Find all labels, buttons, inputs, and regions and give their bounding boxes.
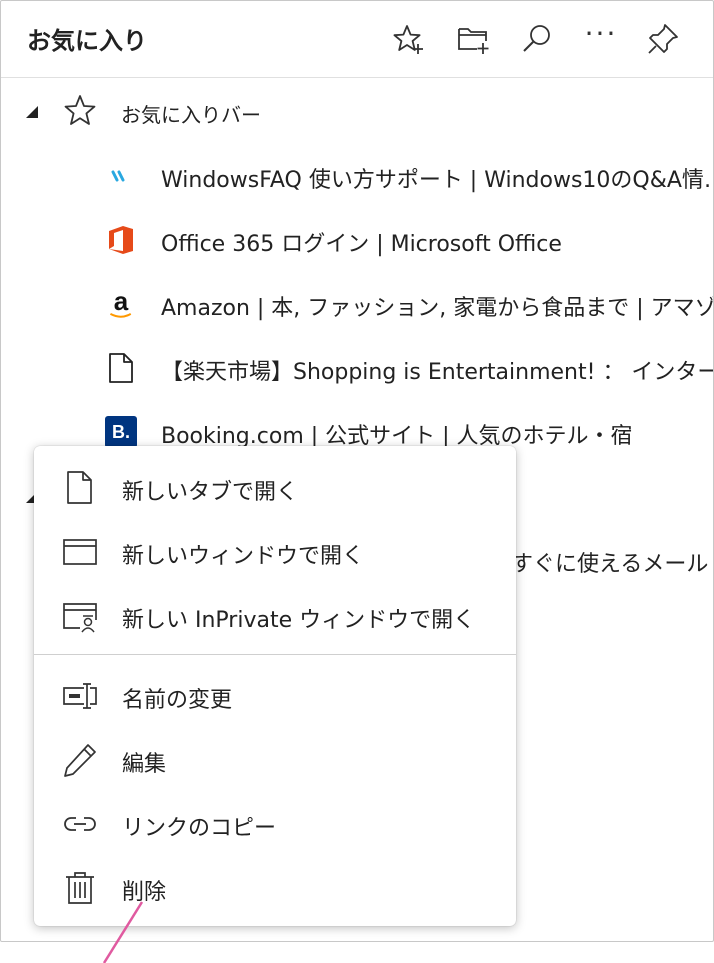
favorite-item-office365[interactable]: Office 365 ログイン | Microsoft Office [1, 208, 713, 272]
menu-item-label: 新しいウィンドウで開く [122, 544, 365, 569]
favorites-bar-folder[interactable]: お気に入りバー [1, 79, 713, 143]
more-button[interactable]: ··· [581, 19, 621, 59]
favorite-label: WindowsFAQ 使い方サポート | Windows10のQ&A情… [161, 168, 714, 193]
favorite-label: すぐに使えるメール [511, 552, 709, 577]
edit-pencil-icon [62, 742, 98, 778]
new-window-icon [62, 534, 98, 570]
page-title: お気に入り [27, 27, 147, 55]
inprivate-window-icon [62, 598, 98, 634]
menu-item-label: 削除 [122, 880, 167, 905]
search-icon [523, 25, 550, 52]
folder-label: お気に入りバー [121, 103, 261, 127]
favorites-header: お気に入り ··· [1, 1, 713, 78]
menu-item-label: 新しいタブで開く [122, 480, 299, 505]
new-tab-icon [62, 470, 98, 506]
menu-item-label: 新しい InPrivate ウィンドウで開く [122, 608, 476, 633]
pin-button[interactable] [643, 19, 683, 59]
page-icon [105, 352, 137, 384]
star-plus-icon [393, 25, 423, 54]
expand-triangle-icon[interactable] [25, 105, 39, 119]
menu-item-rename[interactable]: 名前の変更 [34, 664, 516, 728]
amazon-icon: a [105, 288, 137, 320]
context-menu: 新しいタブで開く 新しいウィンドウで開く 新しい InPrivate ウィンドウ… [34, 446, 516, 926]
trash-icon [62, 870, 98, 906]
rename-icon [62, 678, 98, 714]
menu-item-open-new-tab[interactable]: 新しいタブで開く [34, 456, 516, 520]
pin-icon [648, 24, 678, 54]
menu-item-delete[interactable]: 削除 [34, 856, 516, 920]
menu-separator [34, 654, 516, 655]
booking-icon: B. [105, 416, 137, 448]
add-folder-button[interactable] [453, 19, 493, 59]
favorite-label: Amazon | 本, ファッション, 家電から食品まで | アマゾン [161, 296, 714, 321]
menu-item-label: リンクのコピー [122, 816, 277, 841]
windowsfaq-icon [105, 160, 137, 192]
office-icon [105, 224, 137, 256]
favorite-item-rakuten[interactable]: 【楽天市場】Shopping is Entertainment! ： インター… [1, 336, 713, 400]
favorite-label: Office 365 ログイン | Microsoft Office [161, 232, 562, 257]
favorite-label: 【楽天市場】Shopping is Entertainment! ： インター… [161, 360, 714, 385]
more-icon: ··· [584, 17, 618, 50]
menu-item-open-new-window[interactable]: 新しいウィンドウで開く [34, 520, 516, 584]
add-favorite-button[interactable] [389, 19, 429, 59]
menu-item-label: 名前の変更 [122, 688, 233, 713]
menu-item-label: 編集 [122, 752, 167, 777]
link-icon [62, 806, 98, 842]
favorite-item-amazon[interactable]: a Amazon | 本, ファッション, 家電から食品まで | アマゾン [1, 272, 713, 336]
star-icon [64, 95, 96, 125]
favorite-item-windowsfaq[interactable]: WindowsFAQ 使い方サポート | Windows10のQ&A情… [1, 144, 713, 208]
menu-item-copy-link[interactable]: リンクのコピー [34, 792, 516, 856]
search-button[interactable] [517, 19, 557, 59]
menu-item-open-inprivate[interactable]: 新しい InPrivate ウィンドウで開く [34, 584, 516, 648]
folder-plus-icon [458, 28, 489, 54]
menu-item-edit[interactable]: 編集 [34, 728, 516, 792]
